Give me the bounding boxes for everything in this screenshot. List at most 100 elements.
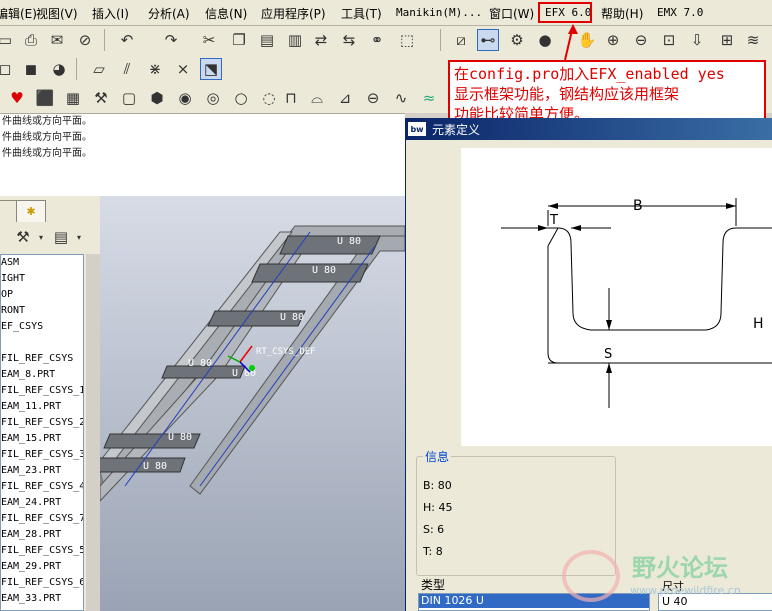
tree-item[interactable]: FIL_REF_CSYS_4 xyxy=(1,479,83,495)
menu-help[interactable]: 帮助(H) xyxy=(601,5,643,22)
tree-item[interactable]: EAM_15.PRT xyxy=(1,431,83,447)
wireframe-icon[interactable]: ◻ xyxy=(0,58,16,80)
datum-point-icon[interactable]: ⋇ xyxy=(144,58,166,80)
open-icon[interactable]: ▭ xyxy=(0,29,16,51)
analysis-icon[interactable]: ≈ xyxy=(418,87,440,109)
tree-item[interactable]: ASM xyxy=(1,255,83,271)
heart-icon[interactable]: ♥ xyxy=(6,87,28,109)
selection-box-icon[interactable]: ⬚ xyxy=(396,29,418,51)
square-icon[interactable]: ▢ xyxy=(118,87,140,109)
eye-icon[interactable]: ◉ xyxy=(174,87,196,109)
unhide-icon[interactable]: ◌ xyxy=(258,87,280,109)
menu-insert[interactable]: 插入(I) xyxy=(92,5,129,22)
type-label: 类型 xyxy=(421,578,446,592)
tree-item[interactable]: RONT xyxy=(1,303,83,319)
layers-icon[interactable]: ≋ xyxy=(742,29,764,51)
tree-item[interactable]: OP xyxy=(1,287,83,303)
tool-icon[interactable]: ⚒ xyxy=(90,87,112,109)
mail-link-icon[interactable]: ⊘ xyxy=(74,29,96,51)
tree-item[interactable]: FIL_REF_CSYS_3 xyxy=(1,447,83,463)
menu-tools[interactable]: 工具(T) xyxy=(341,5,382,22)
menu-emx[interactable]: EMX 7.0 xyxy=(657,6,703,19)
graphics-window[interactable]: U 80 U 80 U 80 U 80 U 80 U 80 U 80 RT_CS… xyxy=(100,196,405,611)
menu-window[interactable]: 窗口(W) xyxy=(489,5,534,22)
tree-item[interactable]: FIL_REF_CSYS_6 xyxy=(1,575,83,591)
tree-item[interactable]: EF_CSYS xyxy=(1,319,83,335)
undo-icon[interactable]: ↶ xyxy=(116,29,138,51)
table-icon[interactable]: ▦ xyxy=(62,87,84,109)
menu-manikin[interactable]: Manikin(M)... xyxy=(396,6,482,19)
paste-special-icon[interactable]: ▥ xyxy=(284,29,306,51)
menu-analysis[interactable]: 分析(A) xyxy=(148,5,190,22)
chevron-down-icon[interactable]: ▾ xyxy=(30,226,52,248)
tree-item[interactable]: FIL_REF_CSYS_2 xyxy=(1,415,83,431)
redo-icon[interactable]: ↷ xyxy=(160,29,182,51)
datum-point-display-icon[interactable]: ⚙ xyxy=(506,29,528,51)
datum-plane-icon[interactable]: ▱ xyxy=(88,58,110,80)
zoom-out-icon[interactable]: ⊖ xyxy=(630,29,652,51)
profile-icon[interactable]: ⌓ xyxy=(306,87,328,109)
message-line: 件曲线或方向平面。 xyxy=(2,116,92,127)
menu-view[interactable]: 视图(V) xyxy=(36,5,78,22)
toolbar-separator xyxy=(104,29,105,51)
u-profile-sketch: B T H S xyxy=(501,198,772,408)
hide-icon[interactable]: ○ xyxy=(230,87,252,109)
show-icon[interactable]: ◎ xyxy=(202,87,224,109)
chevron-down-icon[interactable]: ▾ xyxy=(68,226,90,248)
sketch-icon[interactable]: ⬔ xyxy=(200,58,222,80)
tree-item[interactable]: EAM_11.PRT xyxy=(1,399,83,415)
saved-views-icon[interactable]: ⊞ xyxy=(716,29,738,51)
menu-info[interactable]: 信息(N) xyxy=(205,5,247,22)
menu-edit[interactable]: 编辑(E) xyxy=(0,5,37,22)
datum-csys-icon[interactable]: ⨯ xyxy=(172,58,194,80)
clearance-icon[interactable]: ⊖ xyxy=(362,87,384,109)
box-icon[interactable]: ⬢ xyxy=(146,87,168,109)
curve-icon[interactable]: ∿ xyxy=(390,87,412,109)
tree-item[interactable]: EAM_33.PRT xyxy=(1,591,83,607)
model-tree-panel: ✱ ⚒ ▾ ▤ ▾ ASM IGHT OP RONT EF_CSYS FIL_R… xyxy=(0,196,100,611)
tree-item[interactable]: FIL_REF_CSYS_1 xyxy=(1,383,83,399)
size-list[interactable]: U 40 xyxy=(658,593,772,611)
size-label: 尺寸 xyxy=(662,580,684,593)
tree-item[interactable]: EAM_29.PRT xyxy=(1,559,83,575)
paste-icon[interactable]: ▤ xyxy=(256,29,278,51)
tree-item[interactable]: EAM_24.PRT xyxy=(1,495,83,511)
spin-center-icon[interactable]: ◕ xyxy=(48,58,70,80)
dialog-title: 元素定义 xyxy=(432,122,481,137)
menu-applications[interactable]: 应用程序(P) xyxy=(261,5,326,22)
annotation-callout: 在config.pro加入EFX_enabled yes 显示框架功能，钢结构应… xyxy=(448,60,766,126)
reorient-icon[interactable]: ⇩ xyxy=(686,29,708,51)
angle-icon[interactable]: ⊿ xyxy=(334,87,356,109)
info-s-value: S: 6 xyxy=(423,523,445,536)
datum-axis-display-icon[interactable]: ⊷ xyxy=(477,29,499,51)
beam-label: U 80 xyxy=(312,265,336,276)
datum-axis-icon[interactable]: ⫽ xyxy=(116,58,138,80)
find-icon[interactable]: ⚭ xyxy=(366,29,388,51)
dialog-title-bar[interactable]: bw 元素定义 xyxy=(406,118,772,140)
refit-icon[interactable]: ⊡ xyxy=(658,29,680,51)
tree-item[interactable]: FIL_REF_CSYS_5 xyxy=(1,543,83,559)
cut-icon[interactable]: ✂ xyxy=(198,29,220,51)
tree-item[interactable]: IGHT xyxy=(1,271,83,287)
tree-item[interactable]: EAM_28.PRT xyxy=(1,527,83,543)
callout-line-1: 在config.pro加入EFX_enabled yes xyxy=(454,65,725,83)
zoom-in-icon[interactable]: ⊕ xyxy=(602,29,624,51)
panel-sash[interactable] xyxy=(86,254,100,611)
send-mail-icon[interactable]: ✉ xyxy=(46,29,68,51)
type-list[interactable]: DIN 1026 U xyxy=(418,593,650,611)
tree-item[interactable]: FIL_REF_CSYS xyxy=(1,351,83,367)
datum-plane-display-icon[interactable]: ⧄ xyxy=(450,29,472,51)
info-b-value: B: 80 xyxy=(423,479,452,492)
copy-icon[interactable]: ❐ xyxy=(228,29,250,51)
tree-item[interactable]: EAM_23.PRT xyxy=(1,463,83,479)
regen-manager-icon[interactable]: ⇆ xyxy=(338,29,360,51)
type-list-item-selected[interactable]: DIN 1026 U xyxy=(419,594,649,608)
print-icon[interactable]: ⎙ xyxy=(20,29,42,51)
measure-icon[interactable]: ⊓ xyxy=(280,87,302,109)
tree-item[interactable]: EAM_8.PRT xyxy=(1,367,83,383)
tree-item[interactable]: FIL_REF_CSYS_7 xyxy=(1,511,83,527)
hidden-line-icon[interactable]: ◼ xyxy=(20,58,42,80)
regenerate-icon[interactable]: ⇄ xyxy=(310,29,332,51)
tab-folder-browser[interactable]: ✱ xyxy=(16,200,46,222)
folder-icon[interactable]: ⬛ xyxy=(34,87,56,109)
